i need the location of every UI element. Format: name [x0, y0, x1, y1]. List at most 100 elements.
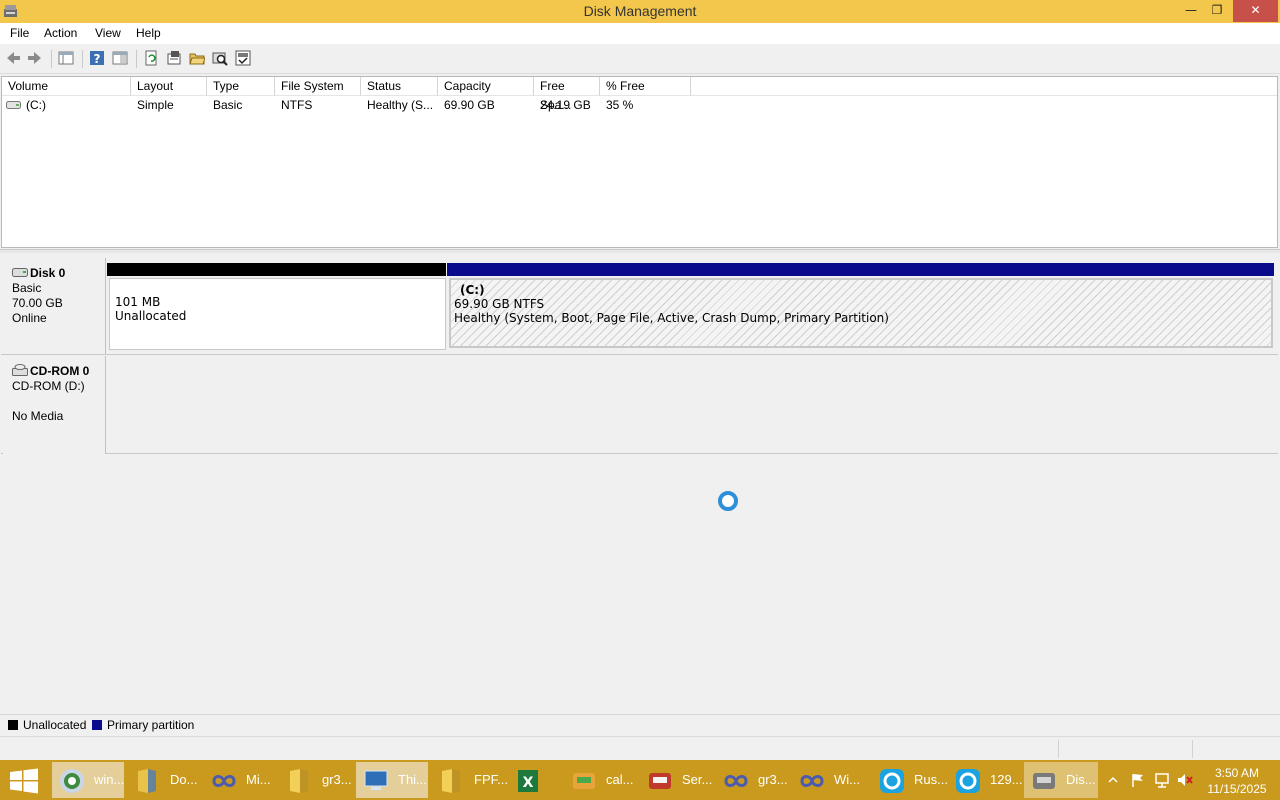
taskbar-item-label: Mi...: [246, 772, 271, 787]
partition-volume-label: (C:): [460, 283, 485, 297]
forward-arrow-icon[interactable]: [27, 50, 43, 66]
partition-size: 101 MB: [115, 295, 161, 309]
taskbar-item[interactable]: gr3...: [280, 762, 352, 798]
help-icon[interactable]: ?: [89, 50, 105, 66]
back-arrow-icon[interactable]: [5, 50, 21, 66]
taskbar-item[interactable]: Thi...: [356, 762, 428, 798]
open-folder-icon[interactable]: [189, 50, 205, 66]
downloads-folder-icon: [138, 769, 156, 793]
primary-partition-color-bar: [447, 263, 1274, 276]
taskbar-item[interactable]: gr3...: [716, 762, 788, 798]
pane-splitter[interactable]: [0, 249, 1280, 253]
taskbar-item[interactable]: FPF...: [432, 762, 508, 798]
sync-app-icon: [956, 769, 980, 793]
console-tree-icon[interactable]: [58, 50, 74, 66]
toolbar: ?: [0, 44, 1280, 74]
disk-0-info[interactable]: Disk 0 Basic 70.00 GB Online: [3, 258, 106, 354]
taskbar: win... Do... Mi... gr3... Thi... FPF... Xcal..…: [0, 760, 1280, 800]
column-header-type[interactable]: Type: [207, 77, 275, 96]
taskbar-item-label: gr3...: [758, 772, 788, 787]
excel-icon: X: [518, 770, 538, 792]
taskbar-item[interactable]: win...: [52, 762, 124, 798]
properties-icon[interactable]: [166, 50, 182, 66]
menu-action[interactable]: Action: [44, 26, 77, 40]
taskbar-item[interactable]: Dis...: [1024, 762, 1098, 798]
column-header-capacity[interactable]: Capacity: [438, 77, 534, 96]
menu-file[interactable]: File: [10, 26, 29, 40]
legend-unallocated-swatch: [8, 720, 18, 730]
svg-text:?: ?: [94, 52, 101, 66]
windows-start-icon[interactable]: [8, 768, 40, 794]
partition-label: Unallocated: [115, 309, 187, 323]
taskbar-item-label: Thi...: [398, 772, 427, 787]
close-button[interactable]: ✕: [1233, 0, 1278, 22]
c-drive-partition[interactable]: (C:) 69.90 GB NTFS Healthy (System, Boot…: [449, 278, 1273, 348]
minimize-button[interactable]: —: [1180, 0, 1202, 22]
column-header-free-space[interactable]: Free Spa...: [534, 77, 600, 112]
title-bar: Disk Management — ❐ ✕: [0, 0, 1280, 23]
taskbar-item[interactable]: X: [508, 762, 560, 798]
show-hidden-icons-icon[interactable]: [1108, 775, 1118, 785]
explore-icon[interactable]: [212, 50, 228, 66]
menu-bar: File Action View Help: [0, 23, 1280, 44]
volume-muted-icon[interactable]: [1177, 772, 1193, 788]
window-title: Disk Management: [583, 3, 697, 19]
column-header-status[interactable]: Status: [361, 77, 438, 96]
cell-status: Healthy (S...: [367, 98, 434, 112]
taskbar-item[interactable]: cal...: [564, 762, 636, 798]
cdrom-0-info[interactable]: CD-ROM 0 CD-ROM (D:) No Media: [3, 356, 106, 454]
taskbar-item[interactable]: Mi...: [204, 762, 276, 798]
menu-view[interactable]: View: [95, 26, 121, 40]
server-app-icon: [649, 773, 671, 789]
clock[interactable]: 3:50 AM 11/15/2025: [1200, 765, 1274, 797]
partition-status: Healthy (System, Boot, Page File, Active…: [454, 311, 889, 325]
cdrom-icon: [12, 364, 28, 376]
infinity-app-icon: [724, 775, 748, 787]
taskbar-item[interactable]: Rus...: [872, 762, 948, 798]
disk-icon: [12, 268, 28, 277]
column-header-percent-free[interactable]: % Free: [600, 77, 691, 96]
column-header-volume[interactable]: Volume: [2, 77, 131, 96]
disk-size: 70.00 GB: [12, 296, 63, 310]
cdrom-type: CD-ROM (D:): [12, 379, 85, 393]
toolbar-separator: [51, 50, 52, 68]
disk-check-icon[interactable]: [235, 50, 251, 66]
taskbar-item[interactable]: Do...: [128, 762, 200, 798]
toolbar-separator: [82, 50, 83, 68]
cdrom-row: [1, 356, 1278, 454]
cell-free-space: 24.19 GB: [540, 98, 591, 112]
cdrom-state: No Media: [12, 409, 64, 423]
browser-globe-icon: [60, 769, 84, 793]
volume-list[interactable]: Volume Layout Type File System Status Ca…: [1, 76, 1278, 248]
infinity-app-icon: [212, 775, 236, 787]
taskbar-item-label: FPF...: [474, 772, 508, 787]
infinity-app-icon: [800, 775, 824, 787]
loading-spinner-icon: [718, 491, 738, 511]
column-header-file-system[interactable]: File System: [275, 77, 361, 96]
menu-help[interactable]: Help: [136, 26, 161, 40]
cell-type: Basic: [213, 98, 243, 112]
status-bar: [0, 736, 1280, 760]
cell-capacity: 69.90 GB: [444, 98, 495, 112]
network-icon[interactable]: [1154, 772, 1170, 788]
taskbar-item-label: Ser...: [682, 772, 713, 787]
cell-layout: Simple: [137, 98, 174, 112]
taskbar-item[interactable]: Ser...: [640, 762, 712, 798]
taskbar-item[interactable]: Wi...: [792, 762, 868, 798]
taskbar-item[interactable]: 129...: [948, 762, 1023, 798]
folder-icon: [290, 769, 308, 793]
cell-percent-free: 35 %: [606, 98, 634, 112]
disk-management-icon: [1033, 773, 1055, 789]
calculator-app-icon: [573, 773, 595, 789]
taskbar-item-label: 129...: [990, 772, 1023, 787]
cdrom-spacer: [12, 394, 105, 409]
action-center-flag-icon[interactable]: [1130, 772, 1146, 788]
clock-time: 3:50 AM: [1214, 766, 1260, 780]
unallocated-partition[interactable]: 101 MB Unallocated: [109, 278, 446, 350]
partition-size-fs: 69.90 GB NTFS: [454, 297, 545, 311]
column-header-layout[interactable]: Layout: [131, 77, 207, 96]
legend-bar: Unallocated Primary partition: [0, 714, 1280, 735]
refresh-icon[interactable]: [143, 50, 159, 66]
show-hide-icon[interactable]: [112, 50, 128, 66]
restore-button[interactable]: ❐: [1206, 0, 1228, 22]
